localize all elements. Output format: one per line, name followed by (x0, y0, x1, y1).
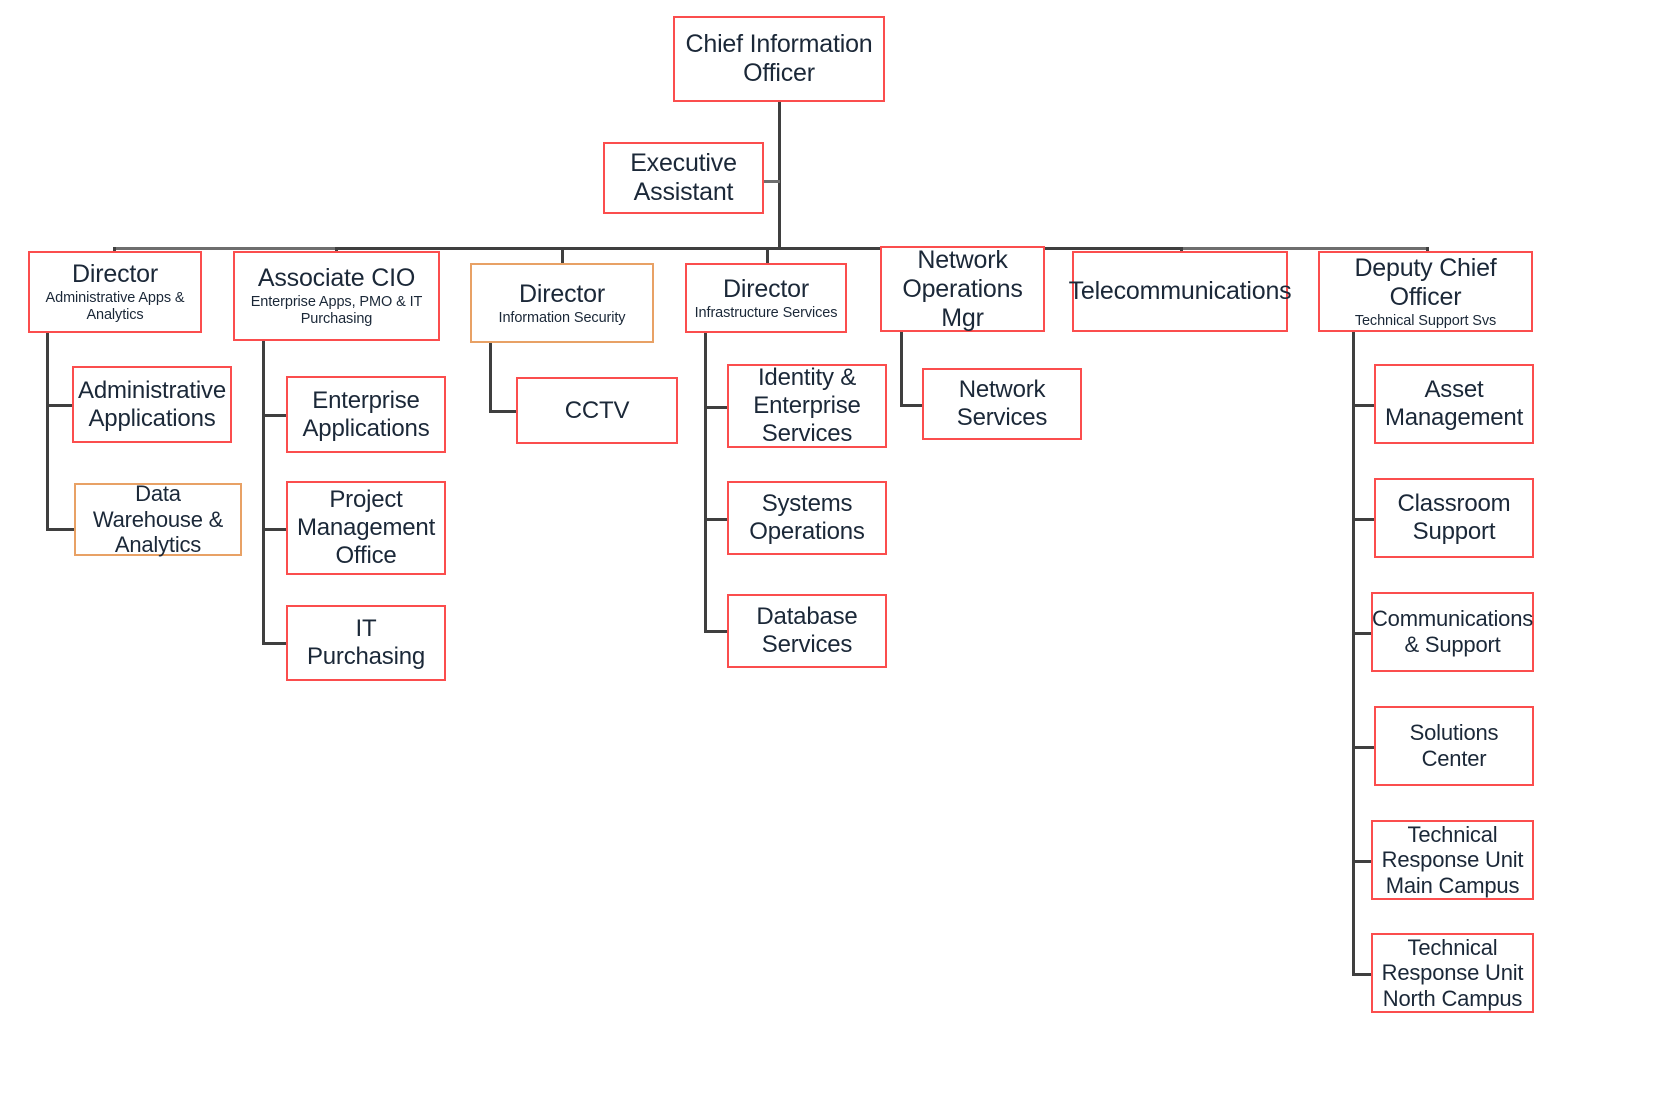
node-telecommunications[interactable]: Telecommunications (1069, 251, 1292, 332)
node-title: Director (519, 279, 605, 308)
connector-exec-assistant-stub (762, 180, 780, 183)
connector-branch-pmo (262, 528, 286, 531)
node-title: Telecommunications (1068, 277, 1292, 305)
node-title: Communications & Support (1371, 606, 1534, 657)
connector-branch-data-warehouse (46, 528, 74, 531)
node-title: Network Operations Mgr (902, 245, 1023, 332)
node-technical-response-unit-main-campus[interactable]: Technical Response Unit Main Campus (1371, 820, 1534, 900)
node-title: Associate CIO (257, 264, 416, 293)
node-it-purchasing[interactable]: IT Purchasing (286, 605, 446, 681)
node-director-infrastructure-services[interactable]: Director Infrastructure Services (685, 263, 847, 333)
node-title: Systems Operations (749, 490, 865, 545)
node-associate-cio[interactable]: Associate CIO Enterprise Apps, PMO & IT … (233, 251, 440, 341)
connector-branch-it-purchasing (262, 642, 286, 645)
connector-branch-cctv (489, 410, 516, 413)
node-title: IT Purchasing (306, 615, 426, 670)
connector-branch-classroom-support (1352, 518, 1374, 521)
connector-cio-trunk (778, 100, 781, 250)
connector-branch-solutions-center (1352, 746, 1374, 749)
node-title: Deputy Chief Officer (1354, 253, 1497, 311)
connector-branch-network-services (900, 404, 922, 407)
node-subtitle: Infrastructure Services (694, 304, 838, 321)
org-chart-canvas: Chief Information Officer Executive Assi… (0, 0, 1679, 1098)
node-director-administrative-apps[interactable]: Director Administrative Apps & Analytics (28, 251, 202, 333)
connector-main-bus-center (335, 247, 1180, 250)
connector-spine-dir-infra (704, 332, 707, 632)
connector-branch-asset-management (1352, 404, 1374, 407)
connector-branch-database-services (704, 630, 727, 633)
node-cctv[interactable]: CCTV (516, 377, 678, 444)
node-project-management-office[interactable]: Project Management Office (286, 481, 446, 575)
node-data-warehouse-analytics[interactable]: Data Warehouse & Analytics (74, 481, 242, 558)
connector-branch-admin-applications (46, 404, 72, 407)
node-chief-information-officer[interactable]: Chief Information Officer (673, 16, 885, 102)
node-director-information-security[interactable]: Director Information Security (470, 263, 654, 343)
node-identity-enterprise-services[interactable]: Identity & Enterprise Services (727, 364, 887, 448)
node-asset-management[interactable]: Asset Management (1374, 364, 1534, 444)
node-network-operations-mgr[interactable]: Network Operations Mgr (880, 246, 1045, 332)
connector-spine-net-ops (900, 332, 903, 404)
node-executive-assistant[interactable]: Executive Assistant (603, 142, 764, 214)
node-enterprise-applications[interactable]: Enterprise Applications (286, 376, 446, 453)
connector-branch-systems-operations (704, 518, 727, 521)
node-network-services[interactable]: Network Services (922, 368, 1082, 440)
node-database-services[interactable]: Database Services (727, 594, 887, 668)
node-classroom-support[interactable]: Classroom Support (1374, 478, 1534, 558)
node-title: Network Services (956, 376, 1048, 431)
node-title: Executive Assistant (630, 149, 737, 206)
node-subtitle: Technical Support Svs (1354, 312, 1497, 329)
node-title: Enterprise Applications (302, 386, 430, 442)
node-deputy-chief-officer[interactable]: Deputy Chief Officer Technical Support S… (1318, 251, 1533, 332)
connector-spine-dir-admin-apps (46, 332, 49, 530)
node-subtitle: Information Security (498, 309, 626, 326)
node-solutions-center[interactable]: Solutions Center (1374, 706, 1534, 786)
node-title: Chief Information Officer (685, 30, 873, 87)
node-systems-operations[interactable]: Systems Operations (727, 481, 887, 555)
node-title: Solutions Center (1409, 720, 1499, 771)
connector-main-bus-right (1180, 247, 1426, 250)
connector-main-bus-left (113, 247, 335, 250)
node-title: Identity & Enterprise Services (753, 364, 861, 447)
node-communications-support[interactable]: Communications & Support (1371, 592, 1534, 672)
connector-spine-deputy-chief (1352, 332, 1355, 973)
node-title: CCTV (564, 396, 630, 424)
node-title: Administrative Applications (78, 376, 226, 432)
node-title: Director (723, 274, 809, 303)
node-title: Technical Response Unit North Campus (1381, 934, 1524, 1011)
node-title: Database Services (756, 603, 858, 658)
node-title: Director (72, 260, 158, 289)
node-subtitle: Administrative Apps & Analytics (45, 290, 185, 323)
connector-spine-assoc-cio (262, 340, 265, 642)
node-title: Classroom Support (1397, 490, 1511, 545)
connector-spine-dir-info-sec (489, 342, 492, 410)
node-technical-response-unit-north-campus[interactable]: Technical Response Unit North Campus (1371, 933, 1534, 1013)
connector-branch-enterprise-apps (262, 414, 286, 417)
node-title: Data Warehouse & Analytics (92, 481, 224, 558)
node-subtitle: Enterprise Apps, PMO & IT Purchasing (250, 294, 423, 327)
node-administrative-applications[interactable]: Administrative Applications (72, 366, 232, 443)
node-title: Technical Response Unit Main Campus (1381, 821, 1524, 898)
node-title: Asset Management (1384, 376, 1524, 431)
node-title: Project Management Office (296, 486, 436, 569)
connector-branch-identity-enterprise (704, 406, 727, 409)
